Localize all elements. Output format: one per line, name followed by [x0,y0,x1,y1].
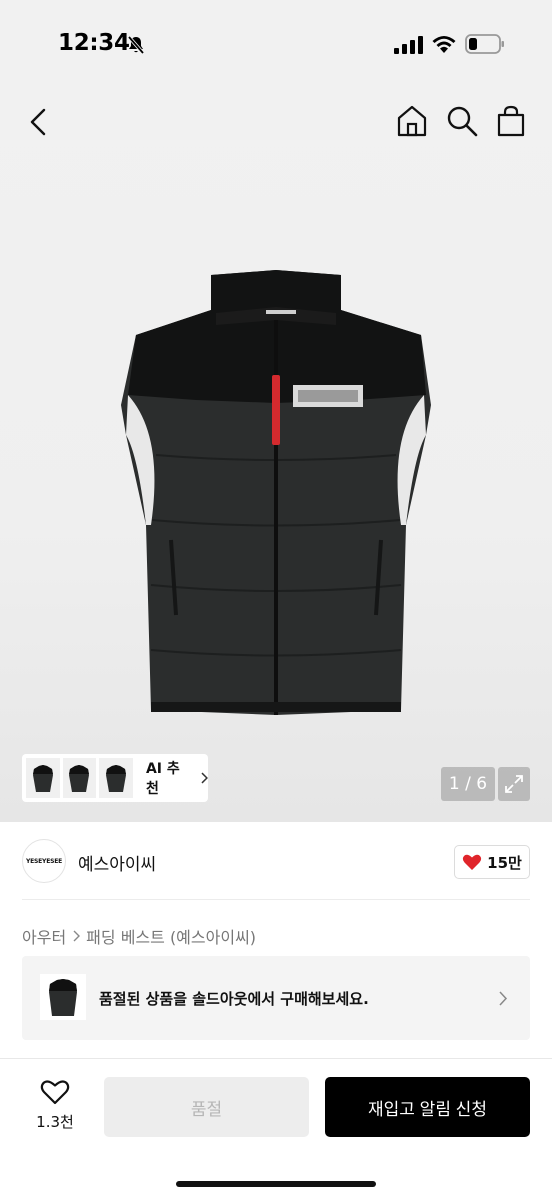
signal-icon [394,36,423,54]
home-icon[interactable] [395,104,429,138]
soldout-button: 품절 [104,1077,309,1137]
bell-slash-icon [127,35,145,55]
heart-outline-icon [40,1080,70,1105]
vest-product-image [121,270,431,715]
brand-row[interactable]: YESEYESEE 예스아이씨 15만 [0,822,552,900]
brand-logo[interactable]: YESEYESEE [22,839,66,883]
brand-like-count: 15만 [487,853,522,872]
breadcrumb-subcategory[interactable]: 패딩 베스트 (예스아이씨) [86,924,256,948]
thumbnail-1[interactable] [26,758,60,798]
thumbnail-2[interactable] [62,758,97,798]
product-image-gallery[interactable]: AI 추천 1 / 6 [0,90,552,822]
soldout-banner[interactable]: 품절된 상품을 솔드아웃에서 구매해보세요. [22,956,530,1040]
brand-name[interactable]: 예스아이씨 [78,850,156,875]
expand-icon [505,775,523,793]
breadcrumb: 아우터 패딩 베스트 (예스아이씨) [22,924,256,948]
shopping-bag-icon[interactable] [494,104,528,138]
image-page-counter: 1 / 6 [441,767,495,801]
expand-button[interactable] [498,767,530,801]
divider [22,899,530,900]
thumbnail-strip: AI 추천 [22,754,209,802]
wifi-icon [432,36,456,53]
chevron-right-icon [499,991,508,1006]
soldout-product-thumbnail [40,974,86,1020]
bottom-action-bar: 1.3천 품절 재입고 알림 신청 [0,1058,552,1200]
wishlist-button[interactable]: 1.3천 [24,1079,86,1132]
back-icon[interactable] [24,106,56,138]
heart-filled-icon [463,854,482,870]
breadcrumb-category[interactable]: 아우터 [22,924,66,948]
brand-like-button[interactable]: 15만 [454,845,530,879]
chevron-right-icon [201,772,209,784]
status-bar: 12:34 [0,0,552,90]
soldout-banner-text: 품절된 상품을 솔드아웃에서 구매해보세요. [99,990,369,1008]
wishlist-count: 1.3천 [36,1113,74,1131]
chevron-right-icon [73,930,81,942]
thumbnail-3[interactable] [99,758,133,798]
ai-recommend-button[interactable]: AI 추천 [145,758,209,798]
home-indicator [176,1181,376,1187]
status-time: 12:34 [58,30,130,56]
ai-recommend-label: AI 추천 [145,761,180,797]
battery-icon [465,34,504,54]
search-icon[interactable] [445,104,479,138]
restock-notify-button[interactable]: 재입고 알림 신청 [325,1077,530,1137]
